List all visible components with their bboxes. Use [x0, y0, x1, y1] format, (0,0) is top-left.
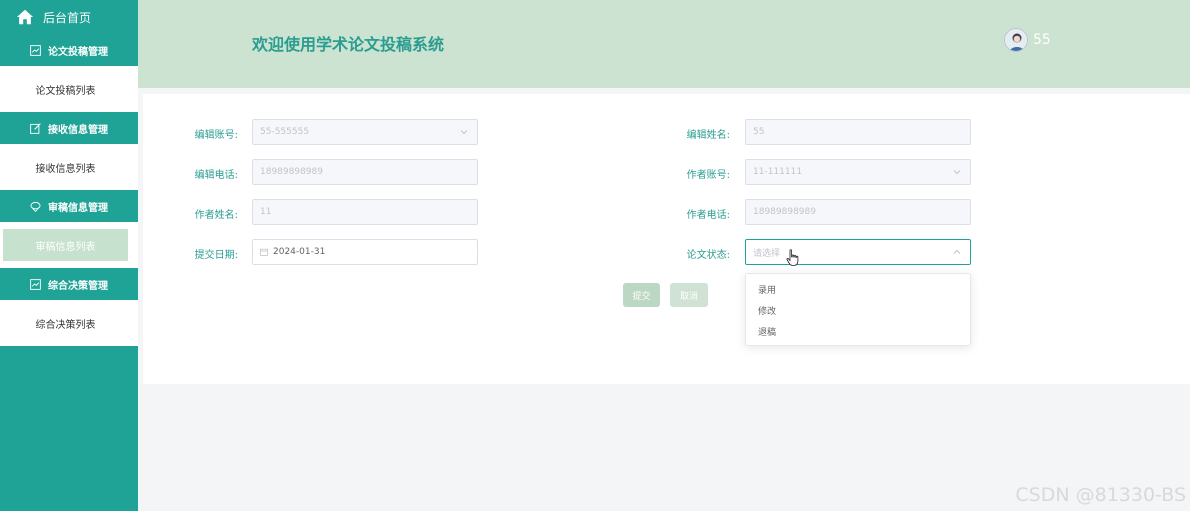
sidebar-item-paper-list[interactable]: 论文投稿列表 — [3, 73, 128, 105]
top-header: 欢迎使用学术论文投稿系统 55 — [138, 0, 1190, 88]
author-name-value: 11 — [260, 207, 272, 217]
status-placeholder: 请选择 — [753, 248, 781, 259]
editor-phone-field[interactable]: 18989898989 — [252, 159, 478, 185]
status-dropdown: 录用 修改 退稿 — [745, 273, 971, 346]
sidebar-home[interactable]: 后台首页 — [0, 0, 138, 34]
username[interactable]: 55 — [1033, 32, 1051, 48]
sidebar-item-receive-list[interactable]: 接收信息列表 — [3, 151, 128, 183]
editor-account-select[interactable]: 55-555555 — [252, 119, 478, 145]
sidebar-group-decision[interactable]: 综合决策管理 — [0, 268, 138, 300]
sidebar-item-label: 接收信息列表 — [35, 163, 96, 175]
status-option-revise[interactable]: 修改 — [746, 300, 970, 321]
sidebar-group-receive-info[interactable]: 接收信息管理 — [0, 112, 138, 144]
author-phone-field[interactable]: 18989898989 — [745, 199, 971, 225]
chevron-down-icon — [953, 170, 961, 175]
submit-date-value: 2024-01-31 — [273, 247, 326, 257]
editor-account-value: 55-555555 — [260, 127, 310, 137]
sidebar-group-title: 论文投稿管理 — [48, 46, 108, 58]
hand-pointer-icon — [786, 249, 799, 266]
sidebar-home-label: 后台首页 — [43, 10, 92, 25]
editor-phone-label: 编辑电话: — [194, 170, 238, 181]
author-account-select[interactable]: 11-111111 — [745, 159, 971, 185]
chart-box-icon — [30, 278, 41, 290]
editor-account-label: 编辑账号: — [194, 130, 238, 141]
submit-date-picker[interactable]: 2024-01-31 — [252, 239, 478, 265]
sidebar: 后台首页 论文投稿管理 论文投稿列表 接收信息管理 接收信息列表 审稿信息管理 — [0, 0, 138, 511]
author-name-field[interactable]: 11 — [252, 199, 478, 225]
sidebar-group-title: 审稿信息管理 — [48, 202, 108, 214]
status-label: 论文状态: — [686, 250, 730, 261]
sidebar-item-label: 综合决策列表 — [35, 319, 96, 331]
sidebar-item-decision-list[interactable]: 综合决策列表 — [3, 307, 128, 339]
cancel-button[interactable]: 取消 — [670, 283, 708, 307]
sidebar-group-paper-submission[interactable]: 论文投稿管理 — [0, 34, 138, 66]
editor-phone-value: 18989898989 — [260, 167, 323, 177]
avatar[interactable] — [1004, 28, 1028, 52]
status-option-reject[interactable]: 退稿 — [746, 321, 970, 342]
sidebar-group-review-info[interactable]: 审稿信息管理 — [0, 190, 138, 222]
sidebar-item-review-list[interactable]: 审稿信息列表 — [3, 229, 128, 261]
chevron-up-icon — [953, 249, 961, 254]
author-account-label: 作者账号: — [686, 170, 730, 181]
page-title: 欢迎使用学术论文投稿系统 — [252, 35, 445, 54]
chart-box-icon — [30, 44, 41, 56]
author-phone-value: 18989898989 — [753, 207, 816, 217]
submit-date-label: 提交日期: — [194, 250, 238, 261]
sidebar-item-label: 审稿信息列表 — [35, 241, 96, 253]
editor-name-value: 55 — [753, 127, 765, 137]
edit-icon — [30, 122, 41, 134]
editor-name-label: 编辑姓名: — [686, 130, 730, 141]
status-select[interactable]: 请选择 — [745, 239, 971, 265]
author-account-value: 11-111111 — [753, 167, 803, 177]
sidebar-group-title: 综合决策管理 — [48, 280, 108, 292]
sidebar-item-label: 论文投稿列表 — [35, 85, 96, 97]
home-icon — [16, 9, 34, 25]
user-avatar-icon — [1005, 29, 1027, 51]
watermark: CSDN @81330-BS — [1015, 484, 1186, 506]
submit-button[interactable]: 提交 — [623, 283, 660, 307]
author-phone-label: 作者电话: — [686, 210, 730, 221]
calendar-icon — [260, 248, 268, 256]
chevron-down-icon — [460, 130, 468, 135]
status-option-accept[interactable]: 录用 — [746, 279, 970, 300]
editor-name-field[interactable]: 55 — [745, 119, 971, 145]
sidebar-group-title: 接收信息管理 — [48, 124, 108, 136]
author-name-label: 作者姓名: — [194, 210, 238, 221]
review-icon — [30, 201, 41, 212]
